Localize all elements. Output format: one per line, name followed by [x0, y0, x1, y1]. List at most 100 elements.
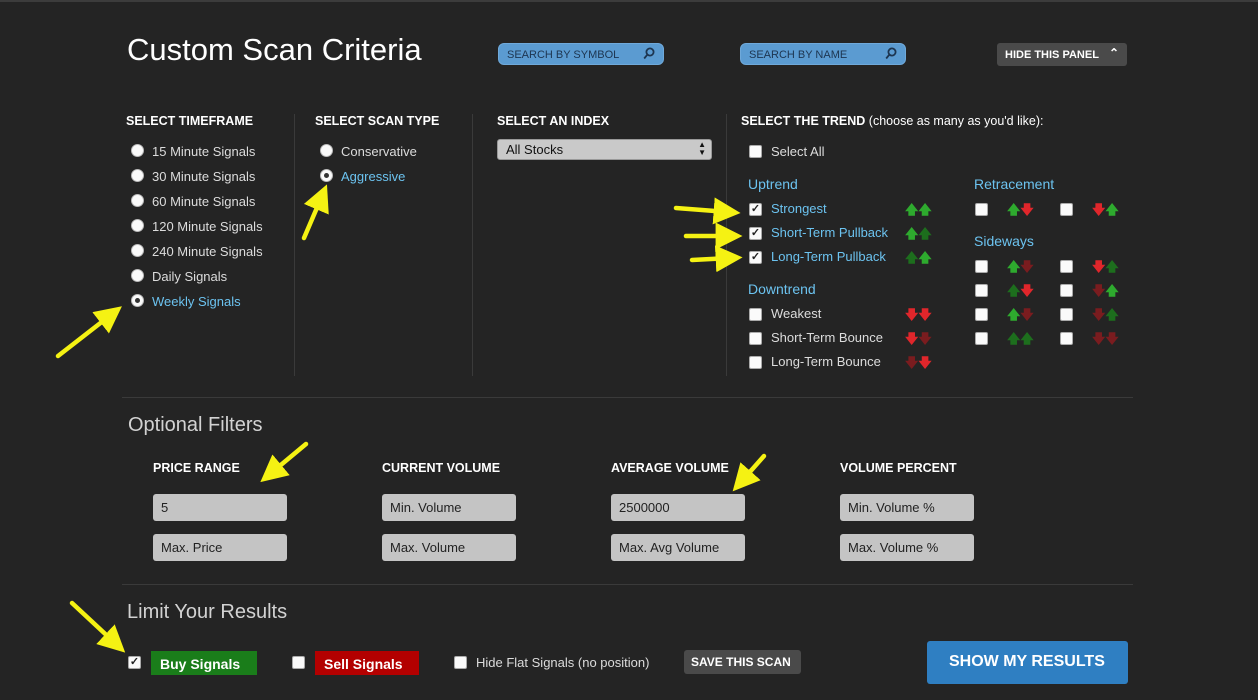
timeframe-label-15min[interactable]: 15 Minute Signals — [152, 144, 255, 159]
downtrend-short-bounce-label[interactable]: Short-Term Bounce — [771, 330, 883, 345]
hide-panel-button[interactable]: HIDE THIS PANEL ⌃ — [997, 43, 1127, 66]
sideways-checkbox-6[interactable] — [1060, 308, 1073, 321]
down-up-arrows-icon: 🡇🡅 — [1092, 259, 1119, 274]
scan-type-heading: SELECT SCAN TYPE — [315, 114, 440, 128]
timeframe-radio-weekly[interactable] — [131, 294, 144, 307]
timeframe-radio-240min[interactable] — [131, 244, 144, 257]
sideways-checkbox-3[interactable] — [975, 284, 988, 297]
hide-flat-checkbox[interactable] — [454, 656, 467, 669]
section-divider — [122, 584, 1133, 585]
uptrend-strongest-label[interactable]: Strongest — [771, 201, 827, 216]
min-price-input[interactable] — [153, 494, 287, 521]
timeframe-label-30min[interactable]: 30 Minute Signals — [152, 169, 255, 184]
up-up-arrows-icon: 🡅🡅 — [1007, 331, 1034, 346]
search-symbol-placeholder: SEARCH BY SYMBOL — [507, 49, 620, 61]
timeframe-radio-daily[interactable] — [131, 269, 144, 282]
scan-type-radio-aggressive[interactable] — [320, 169, 333, 182]
downtrend-short-bounce-checkbox[interactable] — [749, 332, 762, 345]
search-icon[interactable] — [643, 47, 655, 61]
show-results-button[interactable]: SHOW MY RESULTS — [927, 641, 1128, 684]
search-by-symbol-input[interactable]: SEARCH BY SYMBOL — [498, 43, 664, 65]
buy-signals-checkbox[interactable]: ✓ — [128, 656, 141, 669]
timeframe-radio-15min[interactable] — [131, 144, 144, 157]
uptrend-long-pullback-label[interactable]: Long-Term Pullback — [771, 249, 886, 264]
sideways-checkbox-7[interactable] — [975, 332, 988, 345]
page-title: Custom Scan Criteria — [127, 32, 422, 67]
optional-filters-heading: Optional Filters — [128, 414, 263, 436]
timeframe-label-daily[interactable]: Daily Signals — [152, 269, 227, 284]
min-avg-volume-input[interactable] — [611, 494, 745, 521]
annotation-arrow-buy — [69, 600, 126, 653]
sideways-checkbox-2[interactable] — [1060, 260, 1073, 273]
select-all-label[interactable]: Select All — [771, 144, 824, 159]
scan-type-label-aggressive[interactable]: Aggressive — [341, 169, 405, 184]
min-volume-input[interactable] — [382, 494, 516, 521]
up-up-arrows-icon: 🡅🡅 — [905, 202, 932, 217]
down-down-arrows-icon: 🡇🡇 — [905, 355, 932, 370]
hide-flat-label[interactable]: Hide Flat Signals (no position) — [476, 655, 649, 670]
uptrend-short-pullback-label[interactable]: Short-Term Pullback — [771, 225, 888, 240]
sell-signals-checkbox[interactable] — [292, 656, 305, 669]
uptrend-strongest-checkbox[interactable]: ✓ — [749, 203, 762, 216]
uptrend-short-pullback-checkbox[interactable]: ✓ — [749, 227, 762, 240]
up-down-arrows-icon: 🡅🡇 — [1007, 202, 1034, 217]
up-down-arrows-icon: 🡅🡇 — [1007, 259, 1034, 274]
sideways-checkbox-8[interactable] — [1060, 332, 1073, 345]
up-down-arrows-icon: 🡅🡇 — [1007, 307, 1034, 322]
timeframe-label-240min[interactable]: 240 Minute Signals — [152, 244, 263, 259]
timeframe-label-60min[interactable]: 60 Minute Signals — [152, 194, 255, 209]
top-border — [0, 0, 1258, 2]
buy-signals-label[interactable]: Buy Signals — [151, 651, 257, 675]
downtrend-long-bounce-checkbox[interactable] — [749, 356, 762, 369]
max-volume-percent-input[interactable] — [840, 534, 974, 561]
column-divider — [726, 114, 727, 376]
timeframe-label-120min[interactable]: 120 Minute Signals — [152, 219, 263, 234]
down-down-arrows-icon: 🡇🡇 — [905, 331, 932, 346]
hide-panel-label: HIDE THIS PANEL — [1005, 49, 1099, 61]
timeframe-label-weekly[interactable]: Weekly Signals — [152, 294, 241, 309]
annotation-arrows — [55, 184, 767, 653]
max-price-input[interactable] — [153, 534, 287, 561]
trend-heading: SELECT THE TREND (choose as many as you'… — [741, 114, 1044, 128]
min-volume-percent-input[interactable] — [840, 494, 974, 521]
scan-type-label-conservative[interactable]: Conservative — [341, 144, 417, 159]
search-by-name-input[interactable]: SEARCH BY NAME — [740, 43, 906, 65]
max-volume-input[interactable] — [382, 534, 516, 561]
retracement-checkbox-2[interactable] — [1060, 203, 1073, 216]
timeframe-radio-60min[interactable] — [131, 194, 144, 207]
uptrend-long-pullback-checkbox[interactable]: ✓ — [749, 251, 762, 264]
annotation-arrow-price — [260, 441, 309, 483]
limit-results-heading: Limit Your Results — [127, 601, 288, 623]
downtrend-long-bounce-label[interactable]: Long-Term Bounce — [771, 354, 881, 369]
up-down-arrows-icon: 🡅🡇 — [1007, 283, 1034, 298]
timeframe-radio-30min[interactable] — [131, 169, 144, 182]
select-all-checkbox[interactable] — [749, 145, 762, 158]
up-up-arrows-icon: 🡅🡅 — [905, 226, 932, 241]
current-volume-label: CURRENT VOLUME — [382, 461, 501, 475]
search-icon[interactable] — [885, 47, 897, 61]
scan-type-radio-conservative[interactable] — [320, 144, 333, 157]
max-avg-volume-input[interactable] — [611, 534, 745, 561]
sideways-group-label: Sideways — [974, 233, 1034, 249]
retracement-group-label: Retracement — [974, 176, 1055, 192]
down-up-arrows-icon: 🡇🡅 — [1092, 283, 1119, 298]
trend-heading-note: (choose as many as you'd like): — [868, 114, 1044, 128]
downtrend-weakest-checkbox[interactable] — [749, 308, 762, 321]
down-down-arrows-icon: 🡇🡇 — [1092, 331, 1119, 346]
annotation-arrow-weekly — [55, 306, 122, 359]
downtrend-weakest-label[interactable]: Weakest — [771, 306, 821, 321]
save-scan-button[interactable]: SAVE THIS SCAN — [684, 650, 801, 674]
uptrend-group-label: Uptrend — [748, 176, 798, 192]
index-selected-value: All Stocks — [506, 142, 564, 157]
up-up-arrows-icon: 🡅🡅 — [905, 250, 932, 265]
column-divider — [294, 114, 295, 376]
index-heading: SELECT AN INDEX — [497, 114, 610, 128]
sideways-checkbox-1[interactable] — [975, 260, 988, 273]
sideways-checkbox-4[interactable] — [1060, 284, 1073, 297]
retracement-checkbox-1[interactable] — [975, 203, 988, 216]
sell-signals-label[interactable]: Sell Signals — [315, 651, 419, 675]
timeframe-radio-120min[interactable] — [131, 219, 144, 232]
sideways-checkbox-5[interactable] — [975, 308, 988, 321]
price-range-label: PRICE RANGE — [153, 461, 240, 475]
index-select[interactable]: All Stocks ▲ ▼ — [497, 139, 712, 160]
